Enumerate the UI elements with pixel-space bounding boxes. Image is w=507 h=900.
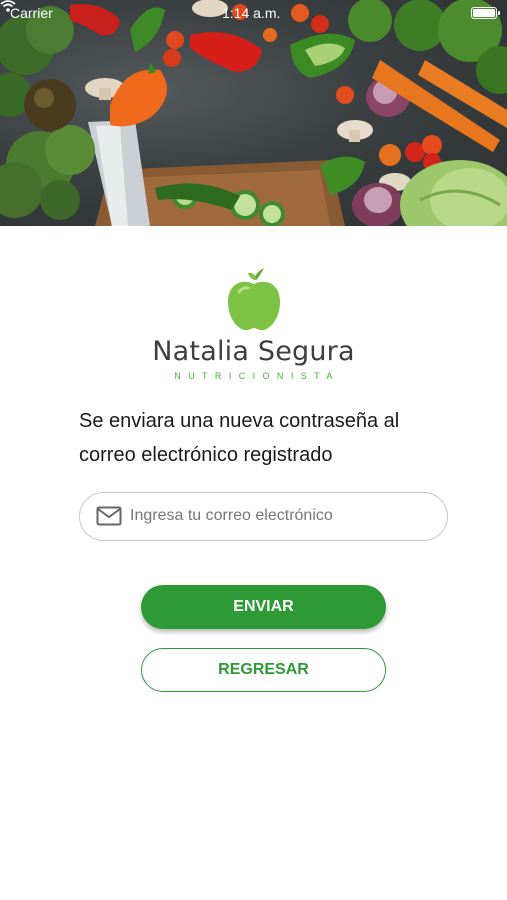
vegetables-illustration <box>0 0 507 226</box>
status-time: 1:14 a.m. <box>222 5 281 21</box>
battery-icon <box>471 7 500 19</box>
logo-subtitle: NUTRICIONISTA <box>174 371 340 381</box>
brand-logo: Natalia Segura NUTRICIONISTA <box>0 266 507 381</box>
apple-logo-icon <box>227 268 280 331</box>
send-button[interactable]: ENVIAR <box>141 585 386 629</box>
hero-vegetables-image: Carrier 1:14 a.m. <box>0 0 507 226</box>
instruction-line-1: Se enviara una nueva contraseña al <box>79 410 400 432</box>
logo-name: Natalia Segura <box>152 336 355 367</box>
email-field-container[interactable] <box>79 492 448 541</box>
back-button[interactable]: REGRESAR <box>141 648 386 692</box>
carrier-label: Carrier <box>10 5 53 21</box>
mail-icon <box>96 506 122 526</box>
instruction-line-2: correo electrónico registrado <box>79 444 333 466</box>
instruction-text: Se enviara una nueva contraseña al corre… <box>79 404 459 472</box>
email-input[interactable] <box>130 493 430 539</box>
wifi-icon <box>0 0 16 12</box>
status-bar: Carrier 1:14 a.m. <box>0 0 507 26</box>
